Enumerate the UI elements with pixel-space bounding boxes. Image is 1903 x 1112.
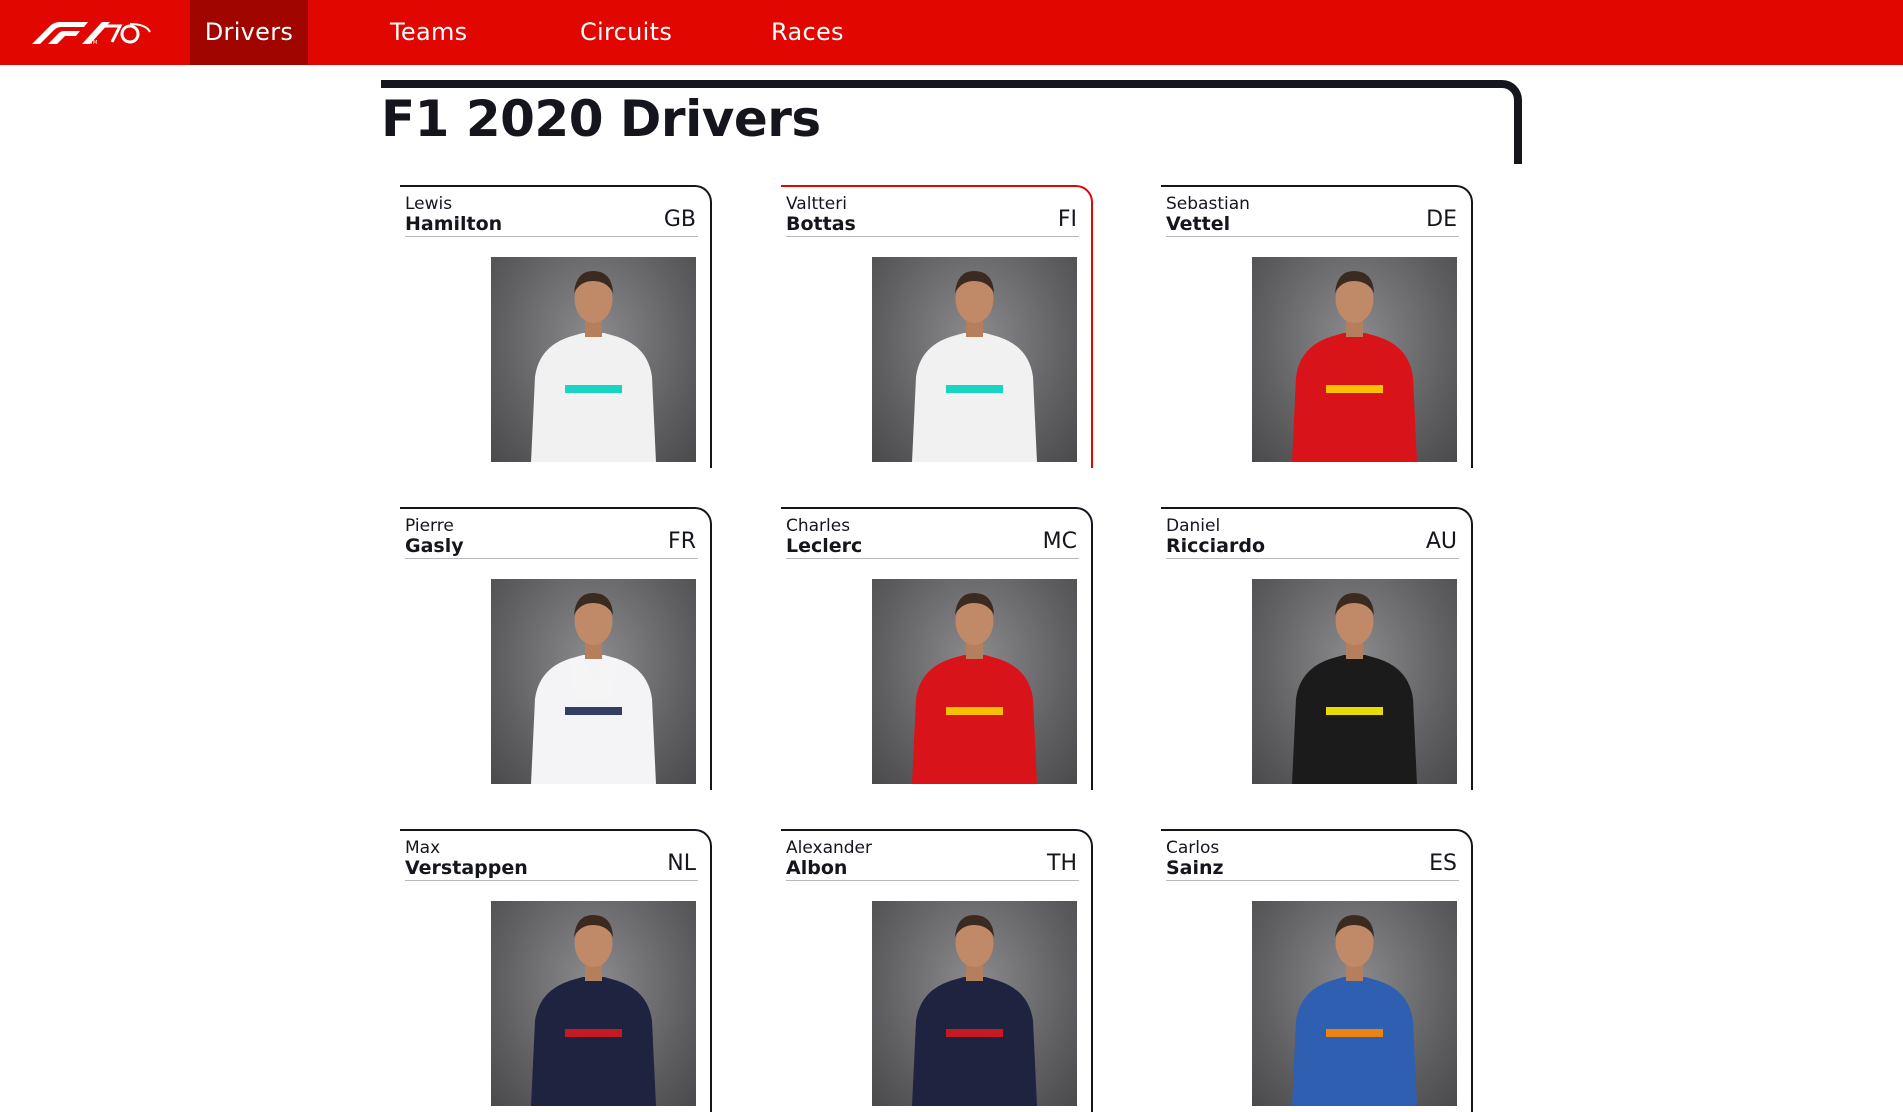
driver-card-leclerc[interactable]: Charles Leclerc MC (781, 507, 1093, 790)
nav-teams[interactable]: Teams (390, 0, 467, 65)
driver-last-name: Albon (786, 857, 848, 879)
driver-card-header: Pierre Gasly FR (405, 516, 698, 559)
driver-card-gasly[interactable]: Pierre Gasly FR (400, 507, 712, 790)
driver-first-name: Daniel (1166, 516, 1221, 536)
driver-card-ricciardo[interactable]: Daniel Ricciardo AU (1161, 507, 1473, 790)
driver-portrait-image (1252, 579, 1457, 784)
driver-country-code: MC (1042, 529, 1077, 554)
nav-circuits[interactable]: Circuits (580, 0, 672, 65)
driver-last-name: Gasly (405, 535, 464, 557)
driver-country-code: NL (667, 851, 696, 876)
driver-card-header: Lewis Hamilton GB (405, 194, 698, 237)
driver-card-header: Sebastian Vettel DE (1166, 194, 1459, 237)
nav-races[interactable]: Races (771, 0, 844, 65)
driver-first-name: Carlos (1166, 838, 1220, 858)
top-navigation-bar: TM Drivers Teams Circuits Races (0, 0, 1903, 65)
driver-first-name: Sebastian (1166, 194, 1250, 214)
driver-card-verstappen[interactable]: Max Verstappen NL (400, 829, 712, 1112)
driver-last-name: Ricciardo (1166, 535, 1266, 557)
driver-portrait-image (872, 901, 1077, 1106)
driver-first-name: Charles (786, 516, 851, 536)
driver-country-code: FR (668, 529, 696, 554)
driver-portrait-image (491, 901, 696, 1106)
f1-70-logo-icon[interactable]: TM (28, 20, 158, 46)
driver-card-header: Carlos Sainz ES (1166, 838, 1459, 881)
driver-country-code: GB (663, 207, 696, 232)
driver-first-name: Pierre (405, 516, 454, 536)
driver-first-name: Valtteri (786, 194, 847, 214)
driver-card-header: Charles Leclerc MC (786, 516, 1079, 559)
driver-portrait-image (491, 257, 696, 462)
driver-card-bottas[interactable]: Valtteri Bottas FI (781, 185, 1093, 468)
driver-last-name: Leclerc (786, 535, 863, 557)
driver-portrait-image (872, 257, 1077, 462)
svg-text:TM: TM (89, 40, 97, 46)
driver-last-name: Hamilton (405, 213, 503, 235)
driver-portrait-image (491, 579, 696, 784)
driver-portrait-image (1252, 257, 1457, 462)
driver-last-name: Bottas (786, 213, 856, 235)
page-title: F1 2020 Drivers (381, 90, 821, 148)
driver-card-sainz[interactable]: Carlos Sainz ES (1161, 829, 1473, 1112)
driver-last-name: Vettel (1166, 213, 1231, 235)
driver-last-name: Verstappen (405, 857, 528, 879)
driver-card-vettel[interactable]: Sebastian Vettel DE (1161, 185, 1473, 468)
driver-country-code: FI (1057, 207, 1077, 232)
driver-card-header: Alexander Albon TH (786, 838, 1079, 881)
driver-card-albon[interactable]: Alexander Albon TH (781, 829, 1093, 1112)
driver-card-header: Daniel Ricciardo AU (1166, 516, 1459, 559)
driver-portrait-image (872, 579, 1077, 784)
nav-drivers[interactable]: Drivers (190, 0, 308, 65)
driver-first-name: Lewis (405, 194, 453, 214)
driver-portrait-image (1252, 901, 1457, 1106)
driver-country-code: AU (1425, 529, 1457, 554)
driver-card-header: Valtteri Bottas FI (786, 194, 1079, 237)
driver-card-header: Max Verstappen NL (405, 838, 698, 881)
driver-last-name: Sainz (1166, 857, 1224, 879)
driver-country-code: DE (1426, 207, 1457, 232)
driver-country-code: TH (1047, 851, 1077, 876)
driver-first-name: Max (405, 838, 441, 858)
driver-first-name: Alexander (786, 838, 873, 858)
driver-card-hamilton[interactable]: Lewis Hamilton GB (400, 185, 712, 468)
driver-country-code: ES (1429, 851, 1457, 876)
